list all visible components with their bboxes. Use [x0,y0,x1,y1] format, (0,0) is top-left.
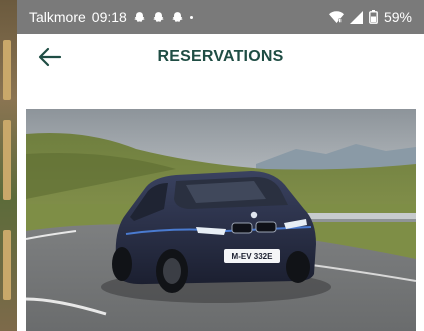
carrier-label: Talkmore [29,9,86,25]
page-title: RESERVATIONS [157,48,284,65]
background-app-strip [0,0,17,331]
arrow-left-icon [38,47,62,67]
car-illustration: M-EV 332E [26,109,416,331]
license-plate: M-EV 332E [232,252,274,261]
app-header: RESERVATIONS [17,34,424,80]
car-photo: M-EV 332E [26,109,416,331]
app-screen: Talkmore 09:18 59% RESERVATIONS M-EV 332… [17,0,424,331]
wifi-icon [328,10,344,23]
snapchat-icon [134,11,145,22]
snapchat-icon [153,11,164,22]
signal-icon [349,10,363,24]
clock: 09:18 [91,9,127,25]
battery-percent: 59% [383,9,412,25]
notification-dot-icon [189,15,193,19]
snapchat-icon [172,11,183,22]
battery-icon [369,10,378,24]
back-button[interactable] [35,42,65,72]
status-bar: Talkmore 09:18 59% [17,0,424,34]
